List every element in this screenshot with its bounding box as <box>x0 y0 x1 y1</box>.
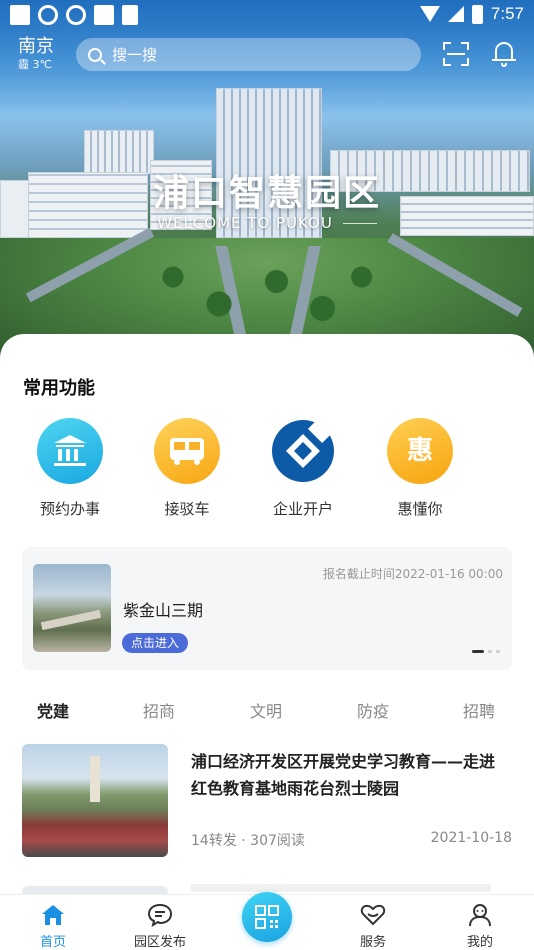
function-book-service[interactable]: 预约办事 <box>25 418 115 519</box>
status-bar: 7:57 <box>0 0 534 30</box>
function-shuttle-bus[interactable]: 接驳车 <box>142 418 232 519</box>
hero-title: 浦口智慧园区 <box>152 173 381 214</box>
tab-epidemic[interactable]: 防疫 <box>357 698 389 722</box>
enter-button[interactable]: 点击进入 <box>122 633 189 653</box>
nav-mine[interactable]: 我的 <box>445 903 515 950</box>
document-icon <box>122 5 138 25</box>
function-label: 惠懂你 <box>397 500 443 518</box>
notification-icon <box>10 5 30 25</box>
sync-icon <box>66 5 86 25</box>
battery-icon <box>471 4 483 24</box>
nav-label: 我的 <box>466 935 493 950</box>
location-weather[interactable]: 南京 霾 3℃ <box>18 36 54 72</box>
user-icon <box>467 903 493 927</box>
notification-icons <box>10 5 138 25</box>
clock: 7:57 <box>490 4 524 23</box>
search-icon <box>88 47 102 62</box>
nav-label: 首页 <box>39 935 66 950</box>
function-label: 接驳车 <box>164 500 210 518</box>
bus-icon <box>154 418 220 484</box>
heart-icon <box>360 903 386 927</box>
news-title: 浦口经济开发区开展党史学习教育——走进红色教育基地雨花台烈士陵园 <box>191 752 496 798</box>
function-label: 预约办事 <box>39 500 100 518</box>
qr-code-button[interactable] <box>242 892 292 942</box>
city-name: 南京 <box>18 36 54 57</box>
nav-service[interactable]: 服务 <box>338 903 408 950</box>
hui-glyph: 惠 <box>406 436 433 466</box>
function-label: 企业开户 <box>272 500 333 518</box>
news-image <box>22 744 168 857</box>
tab-party[interactable]: 党建 <box>37 698 69 724</box>
deadline-text: 报名截止时间2022-01-16 00:00 <box>322 567 503 581</box>
section-title: 常用功能 <box>23 378 95 399</box>
chat-icon <box>147 903 173 928</box>
system-icons: 7:57 <box>419 4 524 24</box>
decor-line <box>342 223 377 224</box>
ccb-logo-icon <box>270 418 336 484</box>
signal-icon <box>447 6 464 22</box>
notification-icon <box>94 5 114 25</box>
bell-icon[interactable] <box>492 40 516 68</box>
wifi-icon <box>419 6 440 22</box>
function-hui-dong-ni[interactable]: 惠 惠懂你 <box>375 418 465 519</box>
tab-recruitment[interactable]: 招聘 <box>463 698 495 722</box>
news-item[interactable]: 浦口经济开发区开展党史学习教育——走进红色教育基地雨花台烈士陵园 14转发 · … <box>22 744 512 858</box>
nav-label: 园区发布 <box>133 935 186 950</box>
search-input[interactable]: 搜一搜 <box>76 38 421 71</box>
nav-label: 服务 <box>359 935 386 950</box>
hui-icon: 惠 <box>387 418 453 484</box>
weather-text: 霾 3℃ <box>18 58 52 71</box>
sync-icon <box>38 5 58 25</box>
banner-image <box>33 564 111 652</box>
nav-home[interactable]: 首页 <box>18 903 88 950</box>
tab-investment[interactable]: 招商 <box>143 698 175 722</box>
tab-civilization[interactable]: 文明 <box>250 698 282 722</box>
search-placeholder: 搜一搜 <box>112 46 158 64</box>
event-banner[interactable]: 报名截止时间2022-01-16 00:00 紫金山三期 点击进入 <box>22 547 512 670</box>
banner-title: 紫金山三期 <box>123 601 204 620</box>
nav-park-news[interactable]: 园区发布 <box>125 903 195 950</box>
hero-subtitle-text: WELCOME TO PUKOU <box>157 214 333 232</box>
bank-icon <box>37 418 103 484</box>
news-title-partial <box>191 884 491 892</box>
carousel-indicator <box>472 650 500 653</box>
trees <box>150 250 380 340</box>
scan-icon[interactable] <box>443 42 469 66</box>
hero-subtitle: WELCOME TO PUKOU <box>0 214 534 232</box>
news-date: 2021-10-18 <box>430 830 512 846</box>
qr-code-icon <box>255 905 279 929</box>
function-open-account[interactable]: 企业开户 <box>258 418 348 519</box>
news-meta: 14转发 · 307阅读 <box>191 833 305 849</box>
home-icon <box>40 903 66 927</box>
